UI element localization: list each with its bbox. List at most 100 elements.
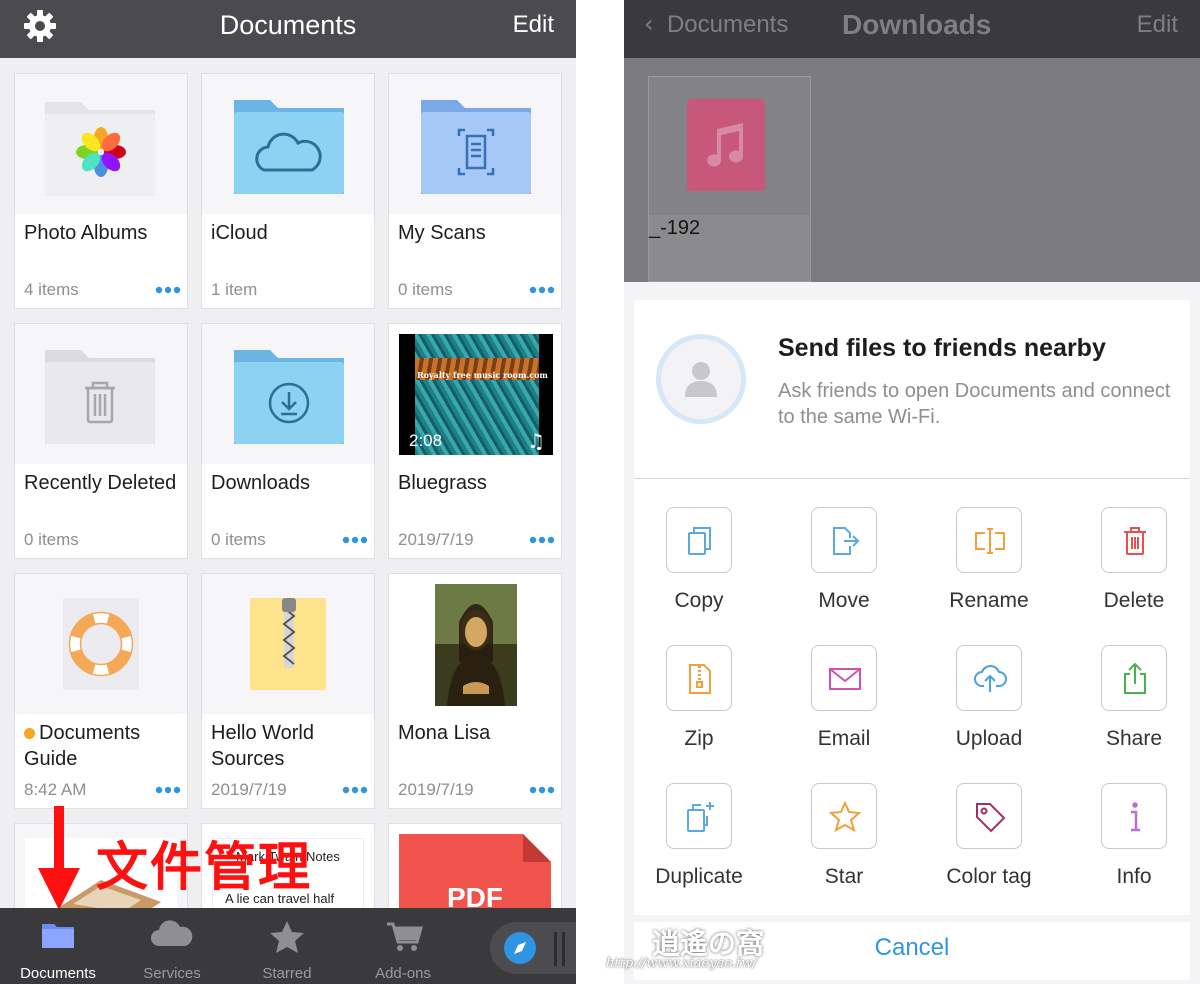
photos-folder-icon [45, 102, 155, 196]
sheet-description: Ask friends to open Documents and connec… [778, 380, 1171, 428]
file-name: Documents Guide [24, 722, 141, 770]
action-label: Email [817, 727, 871, 750]
file-name: Recently Deleted [24, 472, 177, 494]
action-label: Upload [955, 727, 1023, 750]
action-label: Rename [949, 589, 1029, 612]
action-label: Zip [684, 727, 714, 750]
file-card-my-scans[interactable]: My Scans 0 items [388, 73, 562, 309]
star-button[interactable]: Star [779, 755, 909, 893]
avatar [656, 334, 746, 424]
file-card-recently-deleted[interactable]: Recently Deleted 0 items [14, 323, 188, 559]
file-meta: 2019/7/19 [398, 780, 474, 799]
drag-handle[interactable] [562, 932, 565, 966]
sheet-title: Send files to friends nearby [778, 334, 1106, 362]
file-card-mona-lisa[interactable]: Mona Lisa 2019/7/19 [388, 573, 562, 809]
music-file-icon [687, 99, 765, 191]
file-meta: 4 items [24, 280, 79, 299]
file-card-hello-world-sources[interactable]: Hello World Sources 2019/7/19 [201, 573, 375, 809]
video-duration: 2:08 [409, 431, 443, 450]
file-name: iCloud [211, 222, 268, 244]
zip-file-icon [250, 598, 326, 690]
file-card-downloads[interactable]: Downloads 0 items [201, 323, 375, 559]
file-name: Bluegrass [398, 472, 487, 494]
copy-icon [688, 527, 711, 555]
status-dot-icon [24, 728, 35, 739]
rename-button[interactable]: Rename [924, 479, 1054, 617]
red-arrow-icon [38, 806, 80, 910]
file-card-music[interactable]: _-192 [648, 76, 811, 282]
share-icon [1124, 662, 1146, 694]
file-card-documents-guide[interactable]: Documents Guide 8:42 AM [14, 573, 188, 809]
action-label: Color tag [946, 865, 1032, 888]
file-card-bluegrass[interactable]: Royalty free music room.com 2:08 ♫ Blueg… [388, 323, 562, 559]
action-label: Star [824, 865, 864, 888]
file-name: Downloads [211, 472, 310, 494]
more-options-icon[interactable] [155, 786, 181, 794]
color-tag-button[interactable]: Color tag [924, 755, 1054, 893]
tab-documents[interactable]: Documents [2, 908, 114, 984]
more-options-icon[interactable] [342, 786, 368, 794]
more-options-icon[interactable] [529, 536, 555, 544]
more-options-icon[interactable] [155, 286, 181, 294]
info-icon [1131, 802, 1140, 832]
more-options-icon[interactable] [529, 786, 555, 794]
upload-icon [974, 665, 1007, 692]
delete-icon [1124, 527, 1146, 555]
trash-folder-icon [45, 350, 155, 444]
file-meta: 1 item [211, 280, 258, 299]
edit-button[interactable]: Edit [513, 11, 554, 39]
painting-thumb [435, 584, 517, 706]
share-button[interactable]: Share [1069, 617, 1199, 755]
nav-bar: ‹ Documents Downloads Edit [624, 0, 1200, 58]
action-label: Share [1105, 727, 1163, 750]
person-icon [685, 362, 717, 397]
zip-button[interactable]: Zip [634, 617, 764, 755]
more-options-icon[interactable] [342, 536, 368, 544]
tab-add-ons[interactable]: Add-ons [347, 908, 459, 984]
upload-button[interactable]: Upload [924, 617, 1054, 755]
file-card-photo-albums[interactable]: Photo Albums 4 items [14, 73, 188, 309]
file-name: Hello World Sources [211, 722, 314, 770]
tab-bar: Documents Services Starred Add-ons [0, 908, 576, 984]
cloud-icon [151, 920, 193, 946]
panel-gap [576, 0, 624, 984]
tab-starred[interactable]: Starred [231, 908, 343, 984]
page-title: Documents [219, 10, 357, 40]
move-icon [833, 527, 860, 555]
star-icon [828, 800, 862, 833]
delete-button[interactable]: Delete [1069, 479, 1199, 617]
cart-icon [387, 922, 423, 951]
duplicate-button[interactable]: Duplicate [634, 755, 764, 893]
page-title: Downloads [842, 9, 992, 40]
tab-services[interactable]: Services [116, 908, 228, 984]
file-card-icloud[interactable]: iCloud 1 item [201, 73, 375, 309]
tab-label: Add-ons [375, 965, 431, 982]
move-button[interactable]: Move [779, 479, 909, 617]
info-button[interactable]: Info [1069, 755, 1199, 893]
edit-button[interactable]: Edit [1137, 11, 1178, 39]
file-name: _-192 [649, 217, 701, 239]
nav-bar: Documents Edit [0, 0, 576, 58]
file-meta: 2019/7/19 [211, 780, 287, 799]
action-label: Delete [1103, 589, 1165, 612]
watermark-url: http://www.xiaoyao.tw/ [606, 956, 757, 971]
back-button[interactable]: ‹ Documents [644, 10, 788, 39]
drag-handle[interactable] [554, 932, 557, 966]
download-folder-icon [234, 350, 344, 444]
compass-icon[interactable] [504, 932, 536, 964]
more-options-icon[interactable] [529, 286, 555, 294]
email-button[interactable]: Email [779, 617, 909, 755]
tab-label: Documents [20, 965, 96, 982]
zip-icon [689, 664, 711, 694]
music-note-icon: ♫ [527, 429, 545, 453]
icloud-folder-icon [234, 100, 344, 194]
tab-label: Services [143, 965, 201, 982]
thumbnail-caption: Royalty free music room.com [417, 370, 548, 380]
copy-button[interactable]: Copy [634, 479, 764, 617]
star-icon [270, 921, 304, 953]
video-thumbnail: Royalty free music room.com 2:08 ♫ [399, 334, 553, 455]
file-meta: 8:42 AM [24, 780, 87, 799]
action-label: Duplicate [655, 865, 743, 888]
file-name: Photo Albums [24, 222, 148, 244]
watermark: 逍遙の窩 http://www.xiaoyao.tw/ [606, 922, 826, 980]
